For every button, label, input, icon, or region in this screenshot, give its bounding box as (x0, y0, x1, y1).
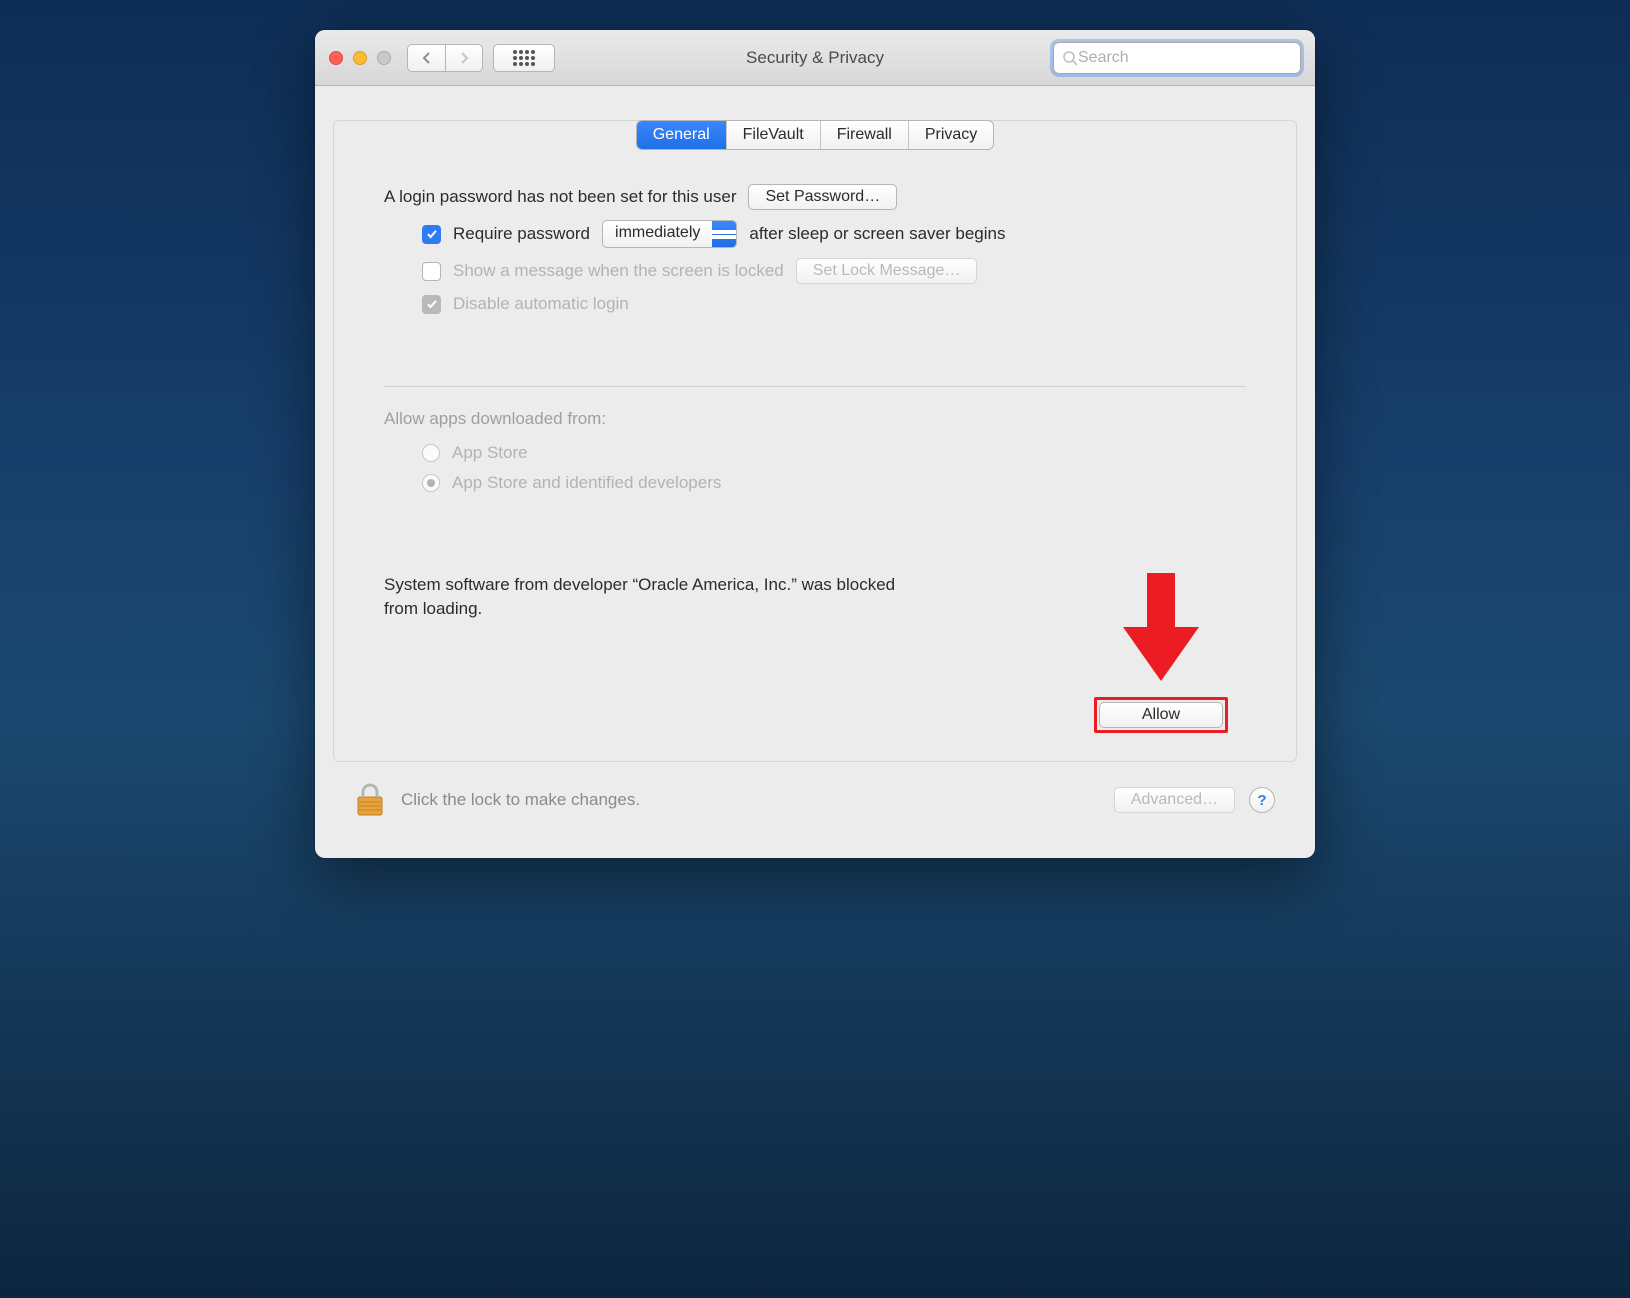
content-area: General FileVault Firewall Privacy A log… (315, 86, 1315, 858)
tab-bar: General FileVault Firewall Privacy (636, 120, 995, 150)
nav-back-forward (407, 44, 483, 72)
close-window-button[interactable] (329, 51, 343, 65)
chevron-left-icon (422, 52, 432, 64)
chevron-right-icon (459, 52, 469, 64)
allow-apps-heading: Allow apps downloaded from: (384, 409, 1246, 429)
checkmark-icon (426, 298, 438, 310)
preferences-window: Security & Privacy General FileVault Fir… (315, 30, 1315, 858)
search-icon (1062, 50, 1078, 66)
show-lock-message-checkbox[interactable] (422, 262, 441, 281)
zoom-window-button[interactable] (377, 51, 391, 65)
disable-auto-login-checkbox[interactable] (422, 295, 441, 314)
general-panel: General FileVault Firewall Privacy A log… (333, 120, 1297, 762)
annotation-highlight-box: Allow (1094, 697, 1228, 733)
disable-auto-login-label: Disable automatic login (453, 294, 629, 314)
radio-appstore-label: App Store (452, 443, 528, 463)
set-lock-message-button[interactable]: Set Lock Message… (796, 258, 978, 284)
allow-apps-option-identified: App Store and identified developers (384, 473, 1246, 493)
blocked-software-message: System software from developer “Oracle A… (384, 573, 904, 621)
forward-button[interactable] (445, 44, 483, 72)
grid-icon (513, 50, 535, 66)
show-lock-message-row: Show a message when the screen is locked… (384, 258, 1246, 284)
radio-identified-label: App Store and identified developers (452, 473, 721, 493)
window-controls (329, 51, 391, 65)
blocked-software-row: System software from developer “Oracle A… (384, 573, 1246, 733)
login-password-row: A login password has not been set for th… (384, 184, 1246, 210)
require-password-label: Require password (453, 224, 590, 244)
login-password-message: A login password has not been set for th… (384, 187, 736, 207)
require-password-delay-select[interactable]: immediately (602, 220, 737, 248)
radio-appstore[interactable] (422, 444, 440, 462)
divider (384, 386, 1246, 387)
allow-annotation: Allow (1076, 573, 1246, 733)
minimize-window-button[interactable] (353, 51, 367, 65)
advanced-button[interactable]: Advanced… (1114, 787, 1235, 813)
back-button[interactable] (407, 44, 445, 72)
show-all-button[interactable] (493, 44, 555, 72)
lock-icon[interactable] (355, 782, 385, 818)
tab-general[interactable]: General (637, 121, 727, 149)
require-password-row: Require password immediately after sleep… (384, 220, 1246, 248)
help-button[interactable]: ? (1249, 787, 1275, 813)
radio-identified-devs[interactable] (422, 474, 440, 492)
checkmark-icon (426, 228, 438, 240)
allow-apps-option-appstore: App Store (384, 443, 1246, 463)
footer: Click the lock to make changes. Advanced… (333, 762, 1297, 840)
search-input[interactable] (1078, 49, 1292, 67)
show-lock-message-label: Show a message when the screen is locked (453, 261, 784, 281)
allow-button[interactable]: Allow (1099, 702, 1223, 728)
tab-filevault[interactable]: FileVault (727, 121, 821, 149)
titlebar: Security & Privacy (315, 30, 1315, 86)
tab-firewall[interactable]: Firewall (821, 121, 909, 149)
tab-privacy[interactable]: Privacy (909, 121, 993, 149)
lock-hint-text: Click the lock to make changes. (401, 790, 640, 810)
annotation-arrow-icon (1121, 573, 1201, 683)
set-password-button[interactable]: Set Password… (748, 184, 897, 210)
disable-auto-login-row: Disable automatic login (384, 294, 1246, 314)
select-stepper-icon (712, 221, 736, 247)
require-password-delay-value: immediately (603, 221, 712, 247)
require-password-checkbox[interactable] (422, 225, 441, 244)
search-field-wrapper[interactable] (1053, 42, 1301, 74)
require-password-after-text: after sleep or screen saver begins (749, 224, 1005, 244)
